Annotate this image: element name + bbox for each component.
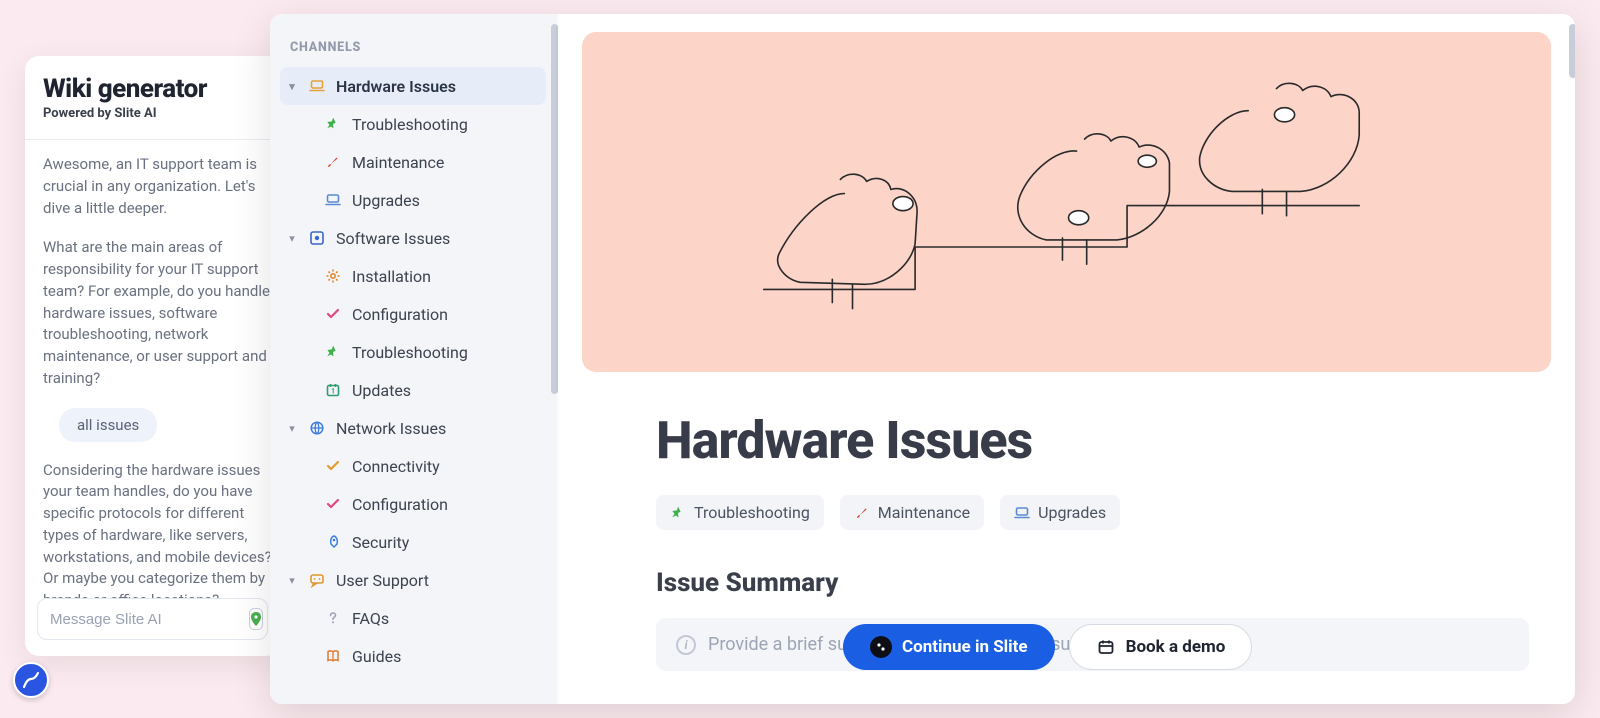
content-area: Hardware Issues Troubleshooting Maintenan… — [556, 14, 1575, 704]
sidebar-item-label: Upgrades — [352, 191, 538, 210]
tag-label: Upgrades — [1038, 503, 1106, 522]
brush-icon — [324, 153, 342, 171]
chat-icon — [308, 571, 326, 589]
slite-logo-icon — [870, 636, 892, 658]
sidebar-item-faqs[interactable]: FAQs — [280, 599, 546, 637]
tag-label: Maintenance — [878, 503, 970, 522]
channel-label: Hardware Issues — [336, 77, 538, 96]
chat-title: Wiki generator — [43, 74, 262, 104]
sidebar-item-label: Updates — [352, 381, 538, 400]
question-icon — [324, 609, 342, 627]
check-diamond-icon — [324, 457, 342, 475]
assistant-badge[interactable] — [13, 662, 49, 698]
sidebar-item-connectivity[interactable]: Connectivity — [280, 447, 546, 485]
sidebar-item-troubleshooting[interactable]: Troubleshooting — [280, 333, 546, 371]
sidebar-item-configuration[interactable]: Configuration — [280, 485, 546, 523]
sidebar-item-updates[interactable]: 1 Updates — [280, 371, 546, 409]
sidebar: CHANNELS ▾ Hardware Issues Troubleshooting… — [270, 14, 556, 704]
sidebar-item-label: Troubleshooting — [352, 115, 538, 134]
channel-label: User Support — [336, 571, 538, 590]
caret-down-icon: ▾ — [286, 80, 298, 93]
channel-software-issues[interactable]: ▾ Software Issues — [280, 219, 546, 257]
sidebar-item-label: Configuration — [352, 495, 538, 514]
sidebar-item-configuration[interactable]: Configuration — [280, 295, 546, 333]
sidebar-item-label: Security — [352, 533, 538, 552]
sidebar-item-upgrades[interactable]: Upgrades — [280, 181, 546, 219]
hero-illustration — [582, 32, 1551, 372]
pin-icon — [324, 115, 342, 133]
user-message: all issues — [43, 408, 276, 442]
channel-user-support[interactable]: ▾ User Support — [280, 561, 546, 599]
info-icon: i — [676, 635, 696, 655]
laptop-icon — [1014, 505, 1030, 521]
section-heading: Issue Summary — [656, 568, 1529, 598]
tag-row: Troubleshooting Maintenance Upgrades — [656, 495, 1529, 530]
location-icon[interactable] — [249, 608, 263, 630]
chat-input-row — [37, 598, 268, 640]
book-icon — [324, 647, 342, 665]
sidebar-item-label: FAQs — [352, 609, 538, 628]
sidebar-item-label: Guides — [352, 647, 538, 666]
laptop-icon — [308, 77, 326, 95]
main-app: CHANNELS ▾ Hardware Issues Troubleshooting… — [270, 14, 1575, 704]
laptop-icon — [324, 191, 342, 209]
tag-troubleshooting[interactable]: Troubleshooting — [656, 495, 824, 530]
tag-maintenance[interactable]: Maintenance — [840, 495, 984, 530]
assistant-message: Awesome, an IT support team is crucial i… — [43, 154, 276, 219]
sidebar-item-label: Configuration — [352, 305, 538, 324]
tag-label: Troubleshooting — [694, 503, 810, 522]
brush-icon — [854, 505, 870, 521]
button-label: Continue in Slite — [902, 637, 1028, 657]
chat-subtitle: Powered by Slite AI — [43, 106, 262, 121]
gear-icon — [324, 267, 342, 285]
sidebar-item-installation[interactable]: Installation — [280, 257, 546, 295]
sidebar-item-guides[interactable]: Guides — [280, 637, 546, 675]
sidebar-item-troubleshooting[interactable]: Troubleshooting — [280, 105, 546, 143]
continue-in-slite-button[interactable]: Continue in Slite — [843, 624, 1055, 670]
rocket-icon — [324, 533, 342, 551]
calendar-box-icon: 1 — [324, 381, 342, 399]
caret-down-icon: ▾ — [286, 232, 298, 245]
document-title: Hardware Issues — [656, 410, 1529, 471]
check-heart-icon — [324, 495, 342, 513]
sidebar-item-label: Installation — [352, 267, 538, 286]
caret-down-icon: ▾ — [286, 574, 298, 587]
sidebar-item-label: Troubleshooting — [352, 343, 538, 362]
channel-network-issues[interactable]: ▾ Network Issues — [280, 409, 546, 447]
channels-heading: CHANNELS — [280, 36, 546, 67]
channel-label: Network Issues — [336, 419, 538, 438]
sidebar-item-label: Maintenance — [352, 153, 538, 172]
svg-text:1: 1 — [331, 388, 335, 396]
chat-body: Awesome, an IT support team is crucial i… — [25, 140, 280, 598]
disc-icon — [308, 229, 326, 247]
chat-header: Wiki generator Powered by Slite AI — [25, 74, 280, 135]
assistant-message: What are the main areas of responsibilit… — [43, 237, 276, 389]
sidebar-item-maintenance[interactable]: Maintenance — [280, 143, 546, 181]
tag-upgrades[interactable]: Upgrades — [1000, 495, 1120, 530]
pin-icon — [670, 505, 686, 521]
scrollbar[interactable] — [1569, 24, 1575, 78]
sidebar-item-label: Connectivity — [352, 457, 538, 476]
assistant-message: Considering the hardware issues your tea… — [43, 460, 276, 599]
button-label: Book a demo — [1126, 637, 1226, 657]
user-message-chip: all issues — [59, 408, 157, 442]
chat-panel: Wiki generator Powered by Slite AI Aweso… — [25, 56, 280, 656]
pin-icon — [324, 343, 342, 361]
chat-input[interactable] — [50, 611, 249, 628]
calendar-icon — [1096, 637, 1116, 657]
book-demo-button[interactable]: Book a demo — [1069, 624, 1253, 670]
sidebar-item-security[interactable]: Security — [280, 523, 546, 561]
cta-row: Continue in Slite Book a demo — [843, 624, 1252, 670]
sidebar-tree: ▾ Hardware Issues Troubleshooting Maintenan… — [280, 67, 546, 675]
caret-down-icon: ▾ — [286, 422, 298, 435]
check-heart-icon — [324, 305, 342, 323]
document-body: Hardware Issues Troubleshooting Maintenan… — [556, 372, 1569, 598]
globe-icon — [308, 419, 326, 437]
channel-label: Software Issues — [336, 229, 538, 248]
channel-hardware-issues[interactable]: ▾ Hardware Issues — [280, 67, 546, 105]
